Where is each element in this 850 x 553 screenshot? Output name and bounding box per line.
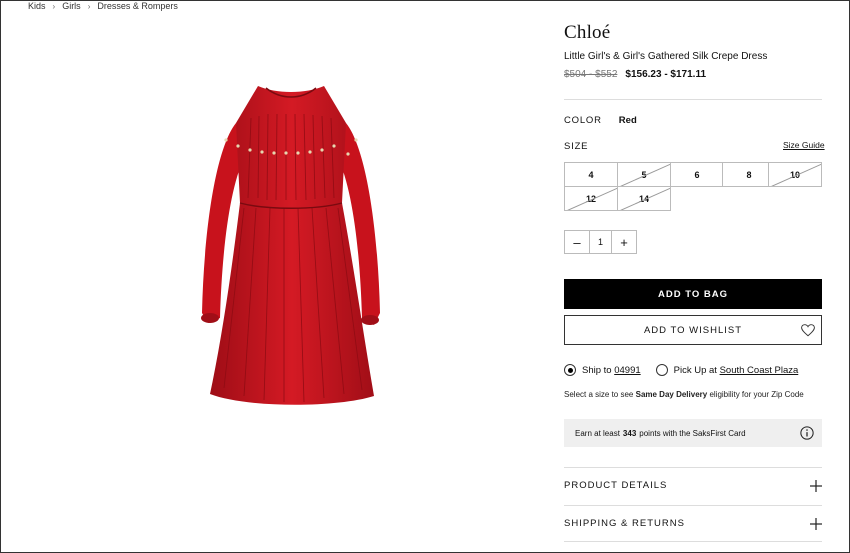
- zip-code-link[interactable]: 04991: [614, 365, 640, 376]
- color-value: Red: [618, 115, 637, 126]
- size-guide-link[interactable]: Size Guide: [783, 140, 825, 150]
- add-to-wishlist-button[interactable]: ADD TO WISHLIST: [564, 315, 822, 345]
- fulfillment-options: Ship to 04991 Pick Up at South Coast Pla…: [564, 364, 798, 376]
- shipping-returns-label: SHIPPING & RETURNS: [564, 518, 685, 529]
- breadcrumb-kids[interactable]: Kids: [28, 1, 46, 11]
- size-option-12[interactable]: 12: [564, 186, 618, 211]
- plus-icon[interactable]: +: [612, 231, 636, 253]
- note-suffix: eligibility for your Zip Code: [709, 390, 804, 399]
- pickup-option[interactable]: Pick Up at South Coast Plaza: [655, 364, 799, 376]
- chevron-right-icon: ›: [52, 1, 56, 11]
- size-option-5[interactable]: 5: [617, 162, 671, 187]
- ship-option[interactable]: Ship to 04991: [564, 364, 641, 376]
- info-icon[interactable]: [800, 426, 814, 440]
- quantity-value[interactable]: 1: [589, 231, 612, 253]
- brand-name[interactable]: Chloé: [564, 22, 610, 44]
- quantity-stepper: – 1 +: [564, 230, 637, 254]
- shipping-returns-accordion[interactable]: SHIPPING & RETURNS: [564, 505, 822, 541]
- ship-to-label: Ship to: [582, 364, 612, 376]
- original-price: $504 - $552: [564, 69, 618, 80]
- store-link[interactable]: South Coast Plaza: [720, 365, 799, 376]
- plus-icon[interactable]: [810, 518, 822, 530]
- breadcrumb-girls[interactable]: Girls: [62, 1, 81, 11]
- breadcrumb: Kids › Girls › Dresses & Rompers: [28, 1, 178, 11]
- size-option-6[interactable]: 6: [670, 162, 724, 187]
- color-row: COLOR Red: [564, 115, 637, 126]
- points-value: 343: [622, 428, 637, 438]
- sale-price: $156.23 - $171.11: [625, 69, 707, 80]
- ship-radio[interactable]: [564, 364, 576, 376]
- product-details-label: PRODUCT DETAILS: [564, 480, 668, 491]
- pickup-radio[interactable]: [655, 364, 668, 376]
- add-to-bag-button[interactable]: ADD TO BAG: [564, 279, 822, 309]
- chevron-right-icon: ›: [87, 1, 91, 11]
- pickup-label: Pick Up at: [673, 364, 717, 376]
- same-day-note: Select a size to see Same Day Delivery e…: [564, 390, 804, 399]
- points-prefix: Earn at least: [575, 428, 620, 438]
- size-option-10[interactable]: 10: [768, 162, 822, 187]
- product-image[interactable]: [196, 78, 386, 408]
- color-label: COLOR: [564, 115, 602, 126]
- note-prefix: Select a size to see: [564, 390, 634, 399]
- size-option-14[interactable]: 14: [617, 186, 671, 211]
- size-option-4[interactable]: 4: [564, 162, 618, 187]
- price-row: $504 - $552 $156.23 - $171.11: [564, 69, 706, 80]
- plus-icon[interactable]: [810, 480, 822, 492]
- points-suffix: points with the SaksFirst Card: [639, 428, 746, 438]
- product-details-accordion[interactable]: PRODUCT DETAILS: [564, 467, 822, 503]
- divider: [564, 99, 822, 100]
- note-bold: Same Day Delivery: [635, 390, 708, 399]
- product-title: Little Girl's & Girl's Gathered Silk Cre…: [564, 51, 768, 62]
- size-label: SIZE: [564, 141, 589, 152]
- minus-icon[interactable]: –: [565, 231, 589, 253]
- add-to-wishlist-label: ADD TO WISHLIST: [643, 324, 743, 336]
- breadcrumb-dresses-rompers[interactable]: Dresses & Rompers: [97, 1, 178, 11]
- divider: [564, 541, 822, 542]
- points-banner: Earn at least 343 points with the SaksFi…: [564, 419, 822, 447]
- heart-icon[interactable]: [801, 324, 815, 337]
